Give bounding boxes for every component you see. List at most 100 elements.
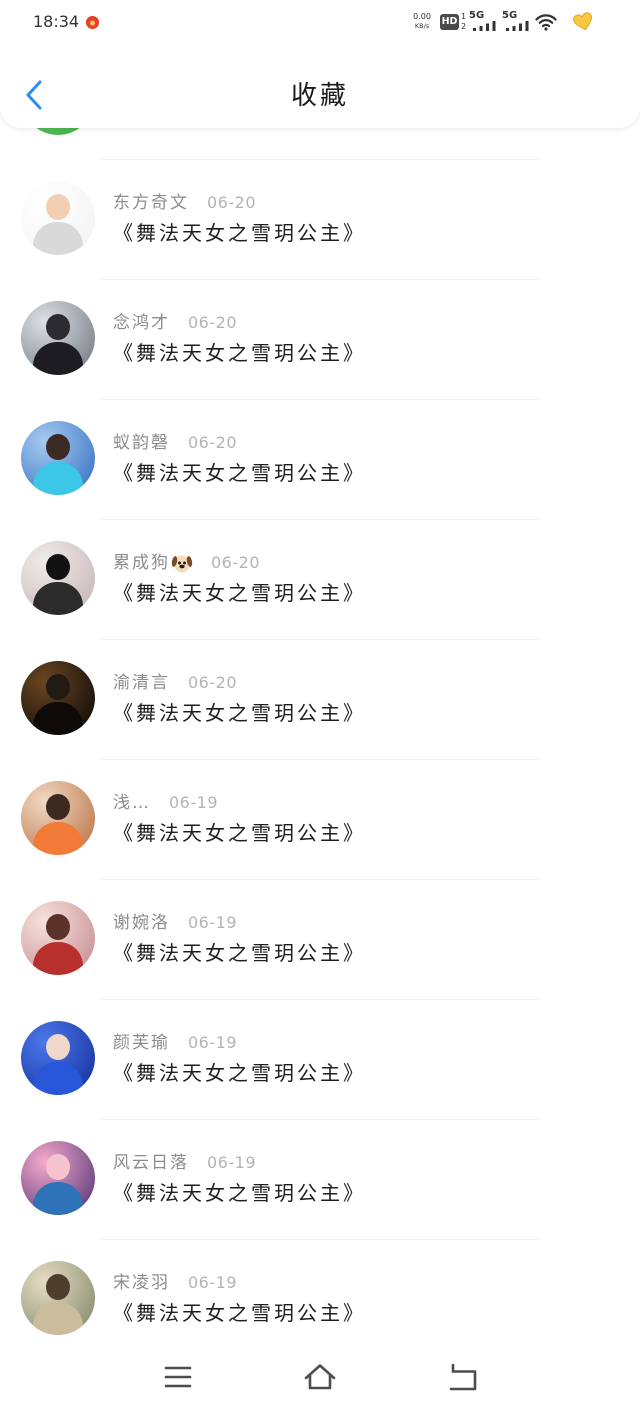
avatar-figure-head [46,554,70,580]
hd-icon: HD [440,14,459,30]
user-avatar[interactable] [21,1021,95,1095]
favorite-item[interactable]: 颜芙瑜 06-19 《舞法天女之雪玥公主》 [0,1000,640,1120]
signal-bars-icon [506,21,529,31]
avatar-figure-body [33,702,83,735]
dog-face-emoji-icon: 🐶 [171,553,193,573]
favorite-item[interactable]: 蚁韵磬 06-20 《舞法天女之雪玥公主》 [0,400,640,520]
avatar-figure-body [33,942,83,975]
user-avatar[interactable] [21,1141,95,1215]
avatar-figure-body [33,822,83,855]
user-avatar[interactable] [21,661,95,735]
user-name: 谢婉洛 [113,913,170,933]
avatar-figure-head [46,194,70,220]
item-meta: 浅… 06-19 [113,790,218,816]
work-title[interactable]: 《舞法天女之雪玥公主》 [113,580,366,606]
avatar-figure-head [46,794,70,820]
status-bar: 18:34 0.00 KB/s HD 1 2 5G 5G [0,0,640,44]
user-name: 东方奇文 [113,193,189,213]
user-avatar[interactable] [21,301,95,375]
user-name: 累成狗 [113,553,170,573]
menu-button[interactable] [160,1362,196,1394]
favorite-item[interactable]: 谢婉洛 06-19 《舞法天女之雪玥公主》 [0,880,640,1000]
favorites-screen: 18:34 0.00 KB/s HD 1 2 5G 5G 收藏 东方奇文 06-… [0,0,640,1415]
back-nav-button[interactable] [444,1362,480,1394]
user-name: 渝清言 [113,673,170,693]
post-date: 06-20 [211,553,260,572]
avatar-figure-head [46,1034,70,1060]
avatar-figure-head [46,1274,70,1300]
network-speed-unit: KB/s [414,22,430,30]
avatar-figure-head [46,674,70,700]
post-date: 06-20 [207,193,256,212]
top-bar: 18:34 0.00 KB/s HD 1 2 5G 5G 收藏 [0,0,640,128]
post-date: 06-20 [188,433,237,452]
heart-icon [573,12,593,31]
menu-icon [164,1366,192,1388]
work-title[interactable]: 《舞法天女之雪玥公主》 [113,940,366,966]
item-meta: 风云日落 06-19 [113,1150,256,1176]
favorite-item[interactable]: 东方奇文 06-20 《舞法天女之雪玥公主》 [0,160,640,280]
work-title[interactable]: 《舞法天女之雪玥公主》 [113,460,366,486]
avatar-figure-body [33,1182,83,1215]
avatar-figure-head [46,914,70,940]
work-title[interactable]: 《舞法天女之雪玥公主》 [113,1180,366,1206]
work-title[interactable]: 《舞法天女之雪玥公主》 [113,220,366,246]
app-notification-icon [86,16,99,29]
favorite-item[interactable]: 浅… 06-19 《舞法天女之雪玥公主》 [0,760,640,880]
work-title[interactable]: 《舞法天女之雪玥公主》 [113,340,366,366]
item-meta: 颜芙瑜 06-19 [113,1030,237,1056]
sim-1-label: 1 [461,12,467,21]
post-date: 06-19 [169,793,218,812]
back-icon [449,1363,477,1391]
item-meta: 谢婉洛 06-19 [113,910,237,936]
post-date: 06-19 [188,913,237,932]
user-name: 宋凌羽 [113,1273,170,1293]
work-title[interactable]: 《舞法天女之雪玥公主》 [113,1060,366,1086]
favorite-item[interactable]: 渝清言 06-20 《舞法天女之雪玥公主》 [0,640,640,760]
post-date: 06-19 [207,1153,256,1172]
avatar-figure-body [33,1062,83,1095]
work-title[interactable]: 《舞法天女之雪玥公主》 [113,820,366,846]
avatar-figure-head [46,434,70,460]
post-date: 06-20 [188,313,237,332]
user-name: 念鸿才 [113,313,170,333]
post-date: 06-19 [188,1273,237,1292]
avatar-figure-body [33,222,83,255]
signal-bars-icon [473,21,496,31]
home-button[interactable] [302,1362,338,1394]
avatar-figure-body [33,582,83,615]
avatar-figure-body [33,462,83,495]
avatar-figure-head [46,314,70,340]
item-meta: 累成狗🐶 06-20 [113,550,260,576]
sim-2-label: 2 [461,22,467,31]
favorite-item[interactable]: 念鸿才 06-20 《舞法天女之雪玥公主》 [0,280,640,400]
system-navigation-bar [0,1342,640,1415]
status-time: 18:34 [33,12,80,31]
avatar-figure-body [33,342,83,375]
user-avatar[interactable] [21,181,95,255]
page-title: 收藏 [290,81,349,111]
item-meta: 念鸿才 06-20 [113,310,237,336]
favorites-list[interactable]: 东方奇文 06-20 《舞法天女之雪玥公主》 念鸿才 06-20 《舞法天女之雪… [0,40,640,1360]
network-speed-value: 0.00 [413,12,431,21]
item-meta: 宋凌羽 06-19 [113,1270,237,1296]
work-title[interactable]: 《舞法天女之雪玥公主》 [113,1300,366,1326]
favorite-item[interactable]: 累成狗🐶 06-20 《舞法天女之雪玥公主》 [0,520,640,640]
user-avatar[interactable] [21,1261,95,1335]
work-title[interactable]: 《舞法天女之雪玥公主》 [113,700,366,726]
user-name: 浅… [113,793,151,813]
user-avatar[interactable] [21,901,95,975]
item-meta: 东方奇文 06-20 [113,190,256,216]
user-name: 蚁韵磬 [113,433,170,453]
post-date: 06-19 [188,1033,237,1052]
user-avatar[interactable] [21,781,95,855]
user-avatar[interactable] [21,421,95,495]
item-meta: 渝清言 06-20 [113,670,237,696]
favorite-item[interactable]: 风云日落 06-19 《舞法天女之雪玥公主》 [0,1120,640,1240]
wifi-icon [535,14,557,31]
user-avatar[interactable] [21,541,95,615]
network-speed: 0.00 KB/s [410,12,434,31]
home-icon [304,1364,336,1390]
avatar-figure-head [46,1154,70,1180]
avatar-figure-body [33,1302,83,1335]
